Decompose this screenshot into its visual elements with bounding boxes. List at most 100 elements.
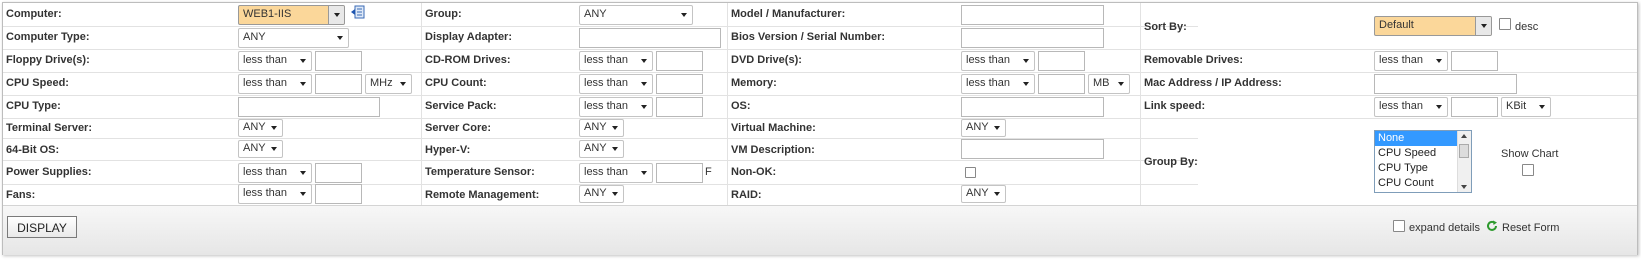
chevron-down-icon <box>300 171 306 175</box>
fans-input[interactable] <box>315 184 362 204</box>
cpu-count-input[interactable] <box>656 74 703 94</box>
row-computer-type: Computer Type: ANY Display Adapter: Bios… <box>3 26 1198 50</box>
listbox-scrollbar[interactable] <box>1457 131 1471 192</box>
desc-checkbox[interactable] <box>1499 18 1511 30</box>
dvd-label: DVD Drive(s): <box>731 54 802 66</box>
cdrom-input[interactable] <box>656 51 703 71</box>
row-link-speed: Link speed: less than KBit <box>1141 95 1637 119</box>
group-by-listbox[interactable]: None CPU Speed CPU Type CPU Count <box>1374 130 1472 193</box>
bios-input[interactable] <box>961 28 1104 48</box>
show-chart-checkbox[interactable] <box>1522 164 1534 176</box>
removable-op-select[interactable]: less than <box>1374 51 1448 71</box>
temperature-input[interactable] <box>656 163 703 183</box>
chevron-down-icon <box>334 13 340 17</box>
group-by-label: Group By: <box>1144 156 1198 168</box>
row-mac: Mac Address / IP Address: <box>1141 72 1637 96</box>
group-select[interactable]: ANY <box>579 5 693 25</box>
service-pack-input[interactable] <box>656 97 703 117</box>
cpu-speed-unit-select[interactable]: MHz <box>365 74 412 94</box>
remote-mgmt-label: Remote Management: <box>425 189 540 201</box>
remote-mgmt-select[interactable]: ANY <box>579 185 624 203</box>
row-cpu-speed: CPU Speed: less than MHz CPU Count: less… <box>3 72 1198 96</box>
expand-details-checkbox[interactable] <box>1393 220 1405 232</box>
computer-type-label: Computer Type: <box>6 31 90 43</box>
cdrom-op-select[interactable]: less than <box>579 51 653 71</box>
display-adapter-input[interactable] <box>579 28 721 48</box>
desc-label: desc <box>1515 21 1539 33</box>
power-supplies-op-select[interactable]: less than <box>238 163 312 183</box>
virtual-machine-select[interactable]: ANY <box>961 119 1006 137</box>
server-core-label: Server Core: <box>425 122 492 134</box>
dropdown-button[interactable] <box>1475 17 1491 35</box>
dvd-op-select[interactable]: less than <box>961 51 1035 71</box>
scroll-up-icon[interactable] <box>1461 134 1467 138</box>
server-core-select[interactable]: ANY <box>579 119 624 137</box>
memory-op-select[interactable]: less than <box>961 74 1035 94</box>
reset-form-link[interactable]: Reset Form <box>1502 222 1559 234</box>
floppy-input[interactable] <box>315 51 362 71</box>
row-fans: Fans: less than Remote Management: ANY R… <box>3 184 1198 205</box>
chevron-down-icon <box>1118 82 1124 86</box>
terminal-server-select[interactable]: ANY <box>238 119 283 137</box>
row-terminal-server: Terminal Server: ANY Server Core: ANY Vi… <box>3 118 1198 139</box>
chevron-down-icon <box>271 126 277 130</box>
power-supplies-label: Power Supplies: <box>6 166 92 178</box>
link-speed-input[interactable] <box>1451 97 1498 117</box>
os-input[interactable] <box>961 97 1104 117</box>
memory-unit-select[interactable]: MB <box>1088 74 1130 94</box>
chevron-down-icon <box>1539 105 1545 109</box>
cpu-type-input[interactable] <box>238 97 380 117</box>
raid-select[interactable]: ANY <box>961 185 1006 203</box>
dvd-input[interactable] <box>1038 51 1085 71</box>
chevron-down-icon <box>641 59 647 63</box>
fans-op-select[interactable]: less than <box>238 184 312 204</box>
temperature-op-select[interactable]: less than <box>579 163 653 183</box>
computer-label: Computer: <box>6 8 62 20</box>
chevron-down-icon <box>681 13 687 17</box>
sort-by-label: Sort By: <box>1144 21 1187 33</box>
sort-by-select[interactable]: Default <box>1374 16 1492 36</box>
cpu-speed-op-select[interactable]: less than <box>238 74 312 94</box>
reset-icon[interactable] <box>1486 220 1498 232</box>
cpu-count-op-select[interactable]: less than <box>579 74 653 94</box>
computer-type-select[interactable]: ANY <box>238 28 349 48</box>
service-pack-op-select[interactable]: less than <box>579 97 653 117</box>
virtual-machine-label: Virtual Machine: <box>731 122 816 134</box>
non-ok-checkbox[interactable] <box>965 167 976 178</box>
expand-details-label: expand details <box>1409 222 1480 234</box>
raid-label: RAID: <box>731 189 762 201</box>
display-button[interactable]: DISPLAY <box>7 216 77 238</box>
link-speed-op-select[interactable]: less than <box>1374 97 1448 117</box>
scroll-thumb[interactable] <box>1459 144 1469 158</box>
power-supplies-input[interactable] <box>315 163 362 183</box>
removable-input[interactable] <box>1451 51 1498 71</box>
bios-label: Bios Version / Serial Number: <box>731 31 886 43</box>
scroll-down-icon[interactable] <box>1461 185 1467 189</box>
memory-label: Memory: <box>731 77 777 89</box>
cpu-speed-label: CPU Speed: <box>6 77 69 89</box>
mac-input[interactable] <box>1374 74 1517 94</box>
vm-description-input[interactable] <box>961 139 1104 159</box>
bit64-select[interactable]: ANY <box>238 140 283 158</box>
service-pack-label: Service Pack: <box>425 100 497 112</box>
chevron-down-icon <box>300 82 306 86</box>
computer-select[interactable]: WEB1-IIS <box>238 5 345 25</box>
hyperv-select[interactable]: ANY <box>579 140 624 158</box>
floppy-op-select[interactable]: less than <box>238 51 312 71</box>
cpu-count-label: CPU Count: <box>425 77 487 89</box>
fans-label: Fans: <box>6 189 36 201</box>
chevron-down-icon <box>1436 105 1442 109</box>
temperature-label: Temperature Sensor: <box>425 166 535 178</box>
cpu-speed-input[interactable] <box>315 74 362 94</box>
dropdown-button[interactable] <box>328 6 344 24</box>
group-label: Group: <box>425 8 462 20</box>
go-to-computer-icon[interactable] <box>351 5 365 19</box>
display-adapter-label: Display Adapter: <box>425 31 513 43</box>
filter-panel: Computer: WEB1-IIS Group: ANY Model / Ma… <box>2 2 1638 255</box>
chevron-down-icon <box>612 147 618 151</box>
memory-input[interactable] <box>1038 74 1085 94</box>
show-chart-label: Show Chart <box>1501 148 1559 160</box>
model-input[interactable] <box>961 5 1104 25</box>
chevron-down-icon <box>612 126 618 130</box>
link-speed-unit-select[interactable]: KBit <box>1501 97 1551 117</box>
